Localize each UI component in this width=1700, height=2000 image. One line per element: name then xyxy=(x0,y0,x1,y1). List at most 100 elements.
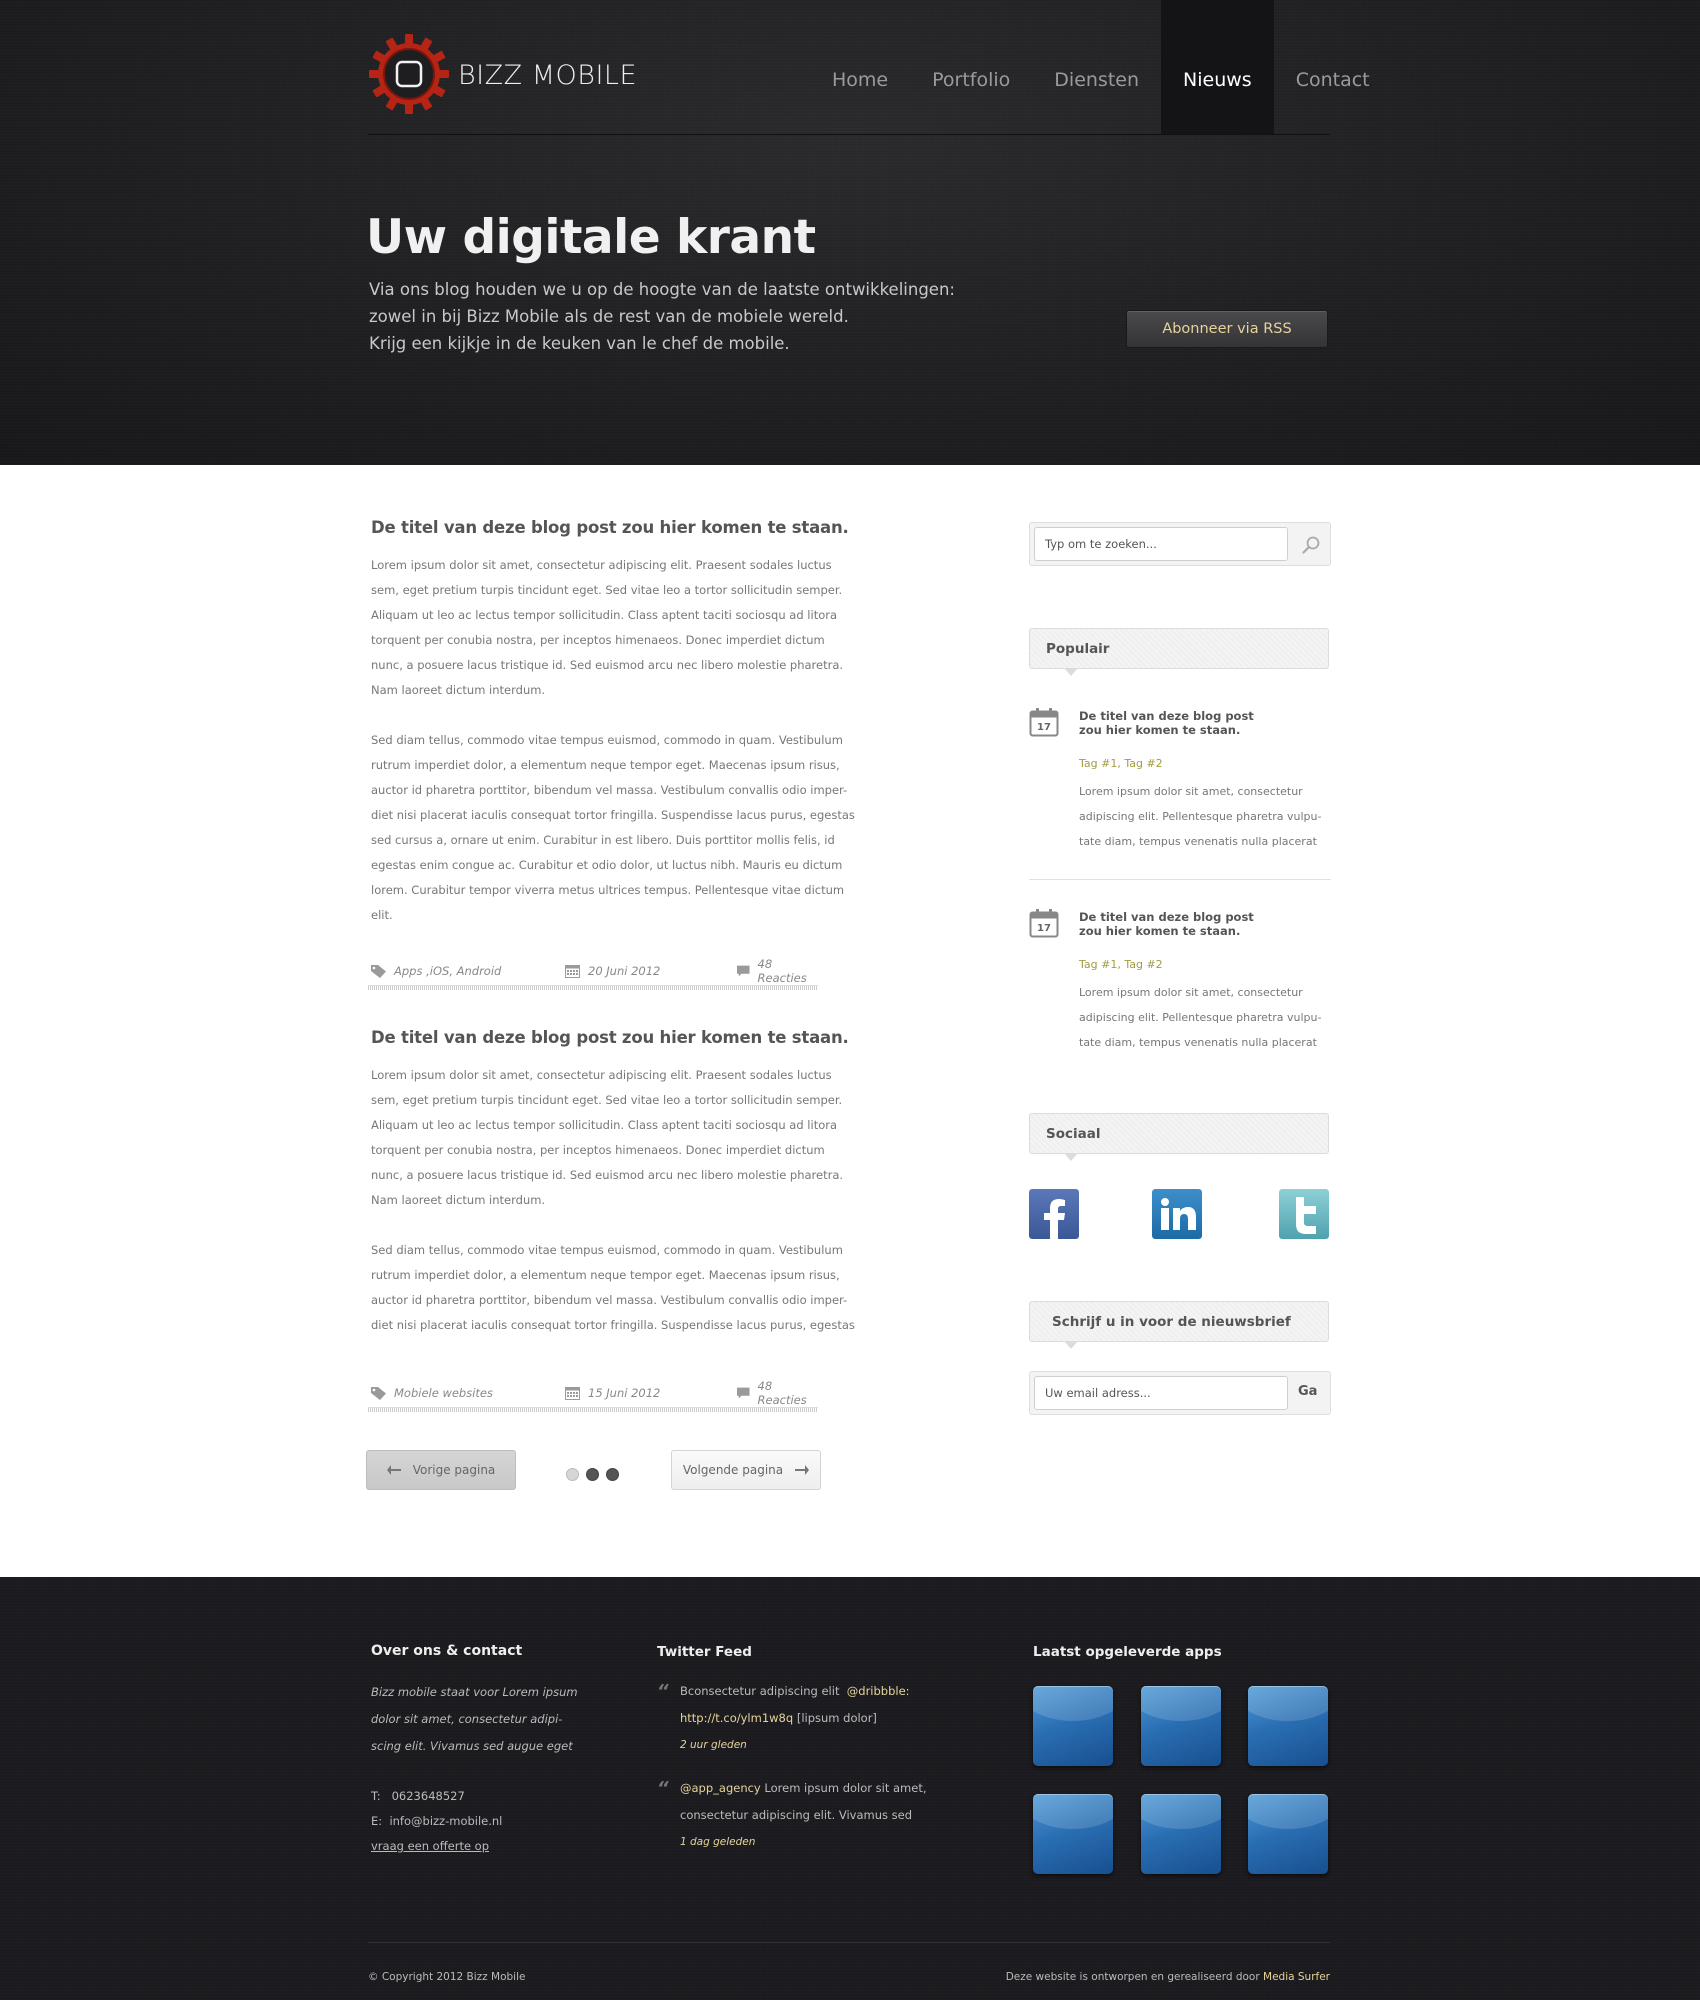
post-line: Lorem ipsum dolor sit amet, consectetur … xyxy=(371,1068,832,1082)
post-date: 15 Juni 2012 xyxy=(565,1383,660,1403)
post-tags[interactable]: Mobiele websites xyxy=(371,1383,493,1403)
app-thumbnail[interactable] xyxy=(1248,1794,1328,1874)
arrow-right-icon xyxy=(795,1465,810,1475)
email-address[interactable]: info@bizz-mobile.nl xyxy=(389,1814,502,1828)
credit-link[interactable]: Media Surfer xyxy=(1263,1971,1330,1983)
page-dot-3[interactable] xyxy=(606,1468,619,1481)
rss-subscribe-button[interactable]: Abonneer via RSS xyxy=(1126,310,1328,348)
popular-heading: Populair xyxy=(1029,628,1329,676)
page-dot-2[interactable] xyxy=(586,1468,599,1481)
date-text: 15 Juni 2012 xyxy=(588,1386,661,1400)
popular-title-line: zou hier komen te staan. xyxy=(1079,723,1241,737)
post-comments[interactable]: 48 Reacties xyxy=(737,1379,818,1407)
app-thumbnail[interactable] xyxy=(1033,1794,1113,1874)
brand-name[interactable]: BIZZ MOBILE xyxy=(458,60,637,91)
post-line: sem, eget pretium turpis tincidunt eget.… xyxy=(371,1093,843,1107)
post-title[interactable]: De titel van deze blog post zou hier kom… xyxy=(371,1028,849,1047)
post-line: diet nisi placerat iaculis consequat tor… xyxy=(371,808,855,822)
post-tags[interactable]: Apps ,iOS, Android xyxy=(371,961,501,981)
tweet-handle[interactable]: @dribbble: xyxy=(847,1684,910,1698)
excerpt-line: tate diam, tempus venenatis nulla placer… xyxy=(1079,1036,1317,1049)
newsletter-form: Ga xyxy=(1029,1371,1331,1415)
app-thumbnail[interactable] xyxy=(1033,1686,1113,1766)
nav-diensten[interactable]: Diensten xyxy=(1032,0,1161,134)
app-thumbnail[interactable] xyxy=(1141,1794,1221,1874)
post-divider xyxy=(368,1407,818,1412)
search-icon[interactable] xyxy=(1302,536,1320,554)
linkedin-icon[interactable] xyxy=(1152,1189,1202,1239)
page-title: Uw digitale krant xyxy=(366,210,816,265)
calendar-day: 17 xyxy=(1037,722,1051,733)
hero-intro: Via ons blog houden we u op de hoogte va… xyxy=(369,276,989,357)
post-line: auctor id pharetra porttitor, bibendum v… xyxy=(371,783,848,797)
post-line: Sed diam tellus, commodo vitae tempus eu… xyxy=(371,733,843,747)
twitter-icon[interactable] xyxy=(1279,1189,1329,1239)
popular-excerpt: Lorem ipsum dolor sit amet, consectetur … xyxy=(1079,779,1321,854)
nav-contact[interactable]: Contact xyxy=(1274,0,1392,134)
newsletter-heading: Schrijf u in voor de nieuwsbrief xyxy=(1029,1301,1329,1349)
quote-icon: “ xyxy=(657,1681,669,1702)
tweet-text: consectetur adipiscing elit. Vivamus sed xyxy=(680,1808,913,1822)
popular-tags[interactable]: Tag #1, Tag #2 xyxy=(1079,958,1163,971)
hero-line: Krijg een kijkje in de keuken van le che… xyxy=(369,334,790,353)
nav-home[interactable]: Home xyxy=(810,0,910,134)
popular-title[interactable]: De titel van deze blog post zou hier kom… xyxy=(1079,709,1254,737)
calendar-day: 17 xyxy=(1037,923,1051,934)
tweet-handle[interactable]: @app_agency xyxy=(680,1781,761,1795)
date-text: 20 Juni 2012 xyxy=(588,964,661,978)
post-line: Nam laoreet dictum interdum. xyxy=(371,1193,546,1207)
tweet-time: 1 dag geleden xyxy=(680,1836,756,1848)
comments-text: 48 Reacties xyxy=(757,957,807,985)
post-line: Nam laoreet dictum interdum. xyxy=(371,683,546,697)
popular-title[interactable]: De titel van deze blog post zou hier kom… xyxy=(1079,910,1254,938)
facebook-icon[interactable] xyxy=(1029,1189,1079,1239)
next-page-button[interactable]: Volgende pagina xyxy=(671,1450,821,1490)
post-line: nunc, a posuere lacus tristique id. Sed … xyxy=(371,658,844,672)
phone-number[interactable]: 0623648527 xyxy=(392,1789,465,1803)
post-title[interactable]: De titel van deze blog post zou hier kom… xyxy=(371,518,849,537)
social-heading: Sociaal xyxy=(1029,1113,1329,1161)
post-date: 20 Juni 2012 xyxy=(565,961,660,981)
app-thumbnail[interactable] xyxy=(1248,1686,1328,1766)
email-label: E: xyxy=(371,1814,383,1828)
gear-logo-icon[interactable] xyxy=(368,33,450,115)
post-comments[interactable]: 48 Reacties xyxy=(737,957,818,985)
post-line: auctor id pharetra porttitor, bibendum v… xyxy=(371,1293,848,1307)
previous-page-button[interactable]: Vorige pagina xyxy=(366,1450,516,1490)
comment-icon xyxy=(737,965,750,976)
about-line: scing elit. Vivamus sed augue eget xyxy=(371,1739,573,1753)
post-line: lorem. Curabitur tempor viverra metus ul… xyxy=(371,883,845,897)
newsletter-email-input[interactable] xyxy=(1034,1376,1288,1410)
app-thumbnail[interactable] xyxy=(1141,1686,1221,1766)
tweet: @app_agency Lorem ipsum dolor sit amet, … xyxy=(680,1775,926,1856)
popular-tags[interactable]: Tag #1, Tag #2 xyxy=(1079,757,1163,770)
blog-post: De titel van deze blog post zou hier kom… xyxy=(371,518,855,953)
site-header: BIZZ MOBILE Home Portfolio Diensten Nieu… xyxy=(0,0,1700,465)
post-line: diet nisi placerat iaculis consequat tor… xyxy=(371,1318,855,1332)
tweet-link[interactable]: http://t.co/ylm1w8q xyxy=(680,1711,793,1725)
post-line: torquent per conubia nostra, per incepto… xyxy=(371,633,825,647)
previous-page-label: Vorige pagina xyxy=(412,1463,496,1477)
excerpt-line: adipiscing elit. Pellentesque pharetra v… xyxy=(1079,1011,1322,1024)
page-dot-1[interactable] xyxy=(566,1468,579,1481)
blog-post: De titel van deze blog post zou hier kom… xyxy=(371,1028,855,1363)
main-nav: Home Portfolio Diensten Nieuws Contact xyxy=(810,0,1392,134)
popular-divider xyxy=(1029,879,1331,880)
nav-portfolio[interactable]: Portfolio xyxy=(910,0,1032,134)
next-page-label: Volgende pagina xyxy=(682,1463,784,1477)
tags-text: Mobiele websites xyxy=(394,1386,493,1400)
post-meta: Apps ,iOS, Android 20 Juni 2012 48 React… xyxy=(371,957,818,985)
popular-title-line: De titel van deze blog post xyxy=(1079,709,1254,723)
nav-nieuws[interactable]: Nieuws xyxy=(1161,0,1274,134)
newsletter-submit-button[interactable]: Ga xyxy=(1298,1384,1317,1399)
excerpt-line: Lorem ipsum dolor sit amet, consectetur xyxy=(1079,785,1303,798)
post-line: sem, eget pretium turpis tincidunt eget.… xyxy=(371,583,843,597)
comment-icon xyxy=(737,1387,750,1398)
request-quote-link[interactable]: vraag een offerte op xyxy=(371,1834,502,1859)
excerpt-line: Lorem ipsum dolor sit amet, consectetur xyxy=(1079,986,1303,999)
popular-title-line: zou hier komen te staan. xyxy=(1079,924,1241,938)
post-line: Sed diam tellus, commodo vitae tempus eu… xyxy=(371,1243,843,1257)
arrow-left-icon xyxy=(386,1465,401,1475)
post-line: sed cursus a, ornare ut enim. Curabitur … xyxy=(371,833,835,847)
search-input[interactable] xyxy=(1034,527,1288,561)
